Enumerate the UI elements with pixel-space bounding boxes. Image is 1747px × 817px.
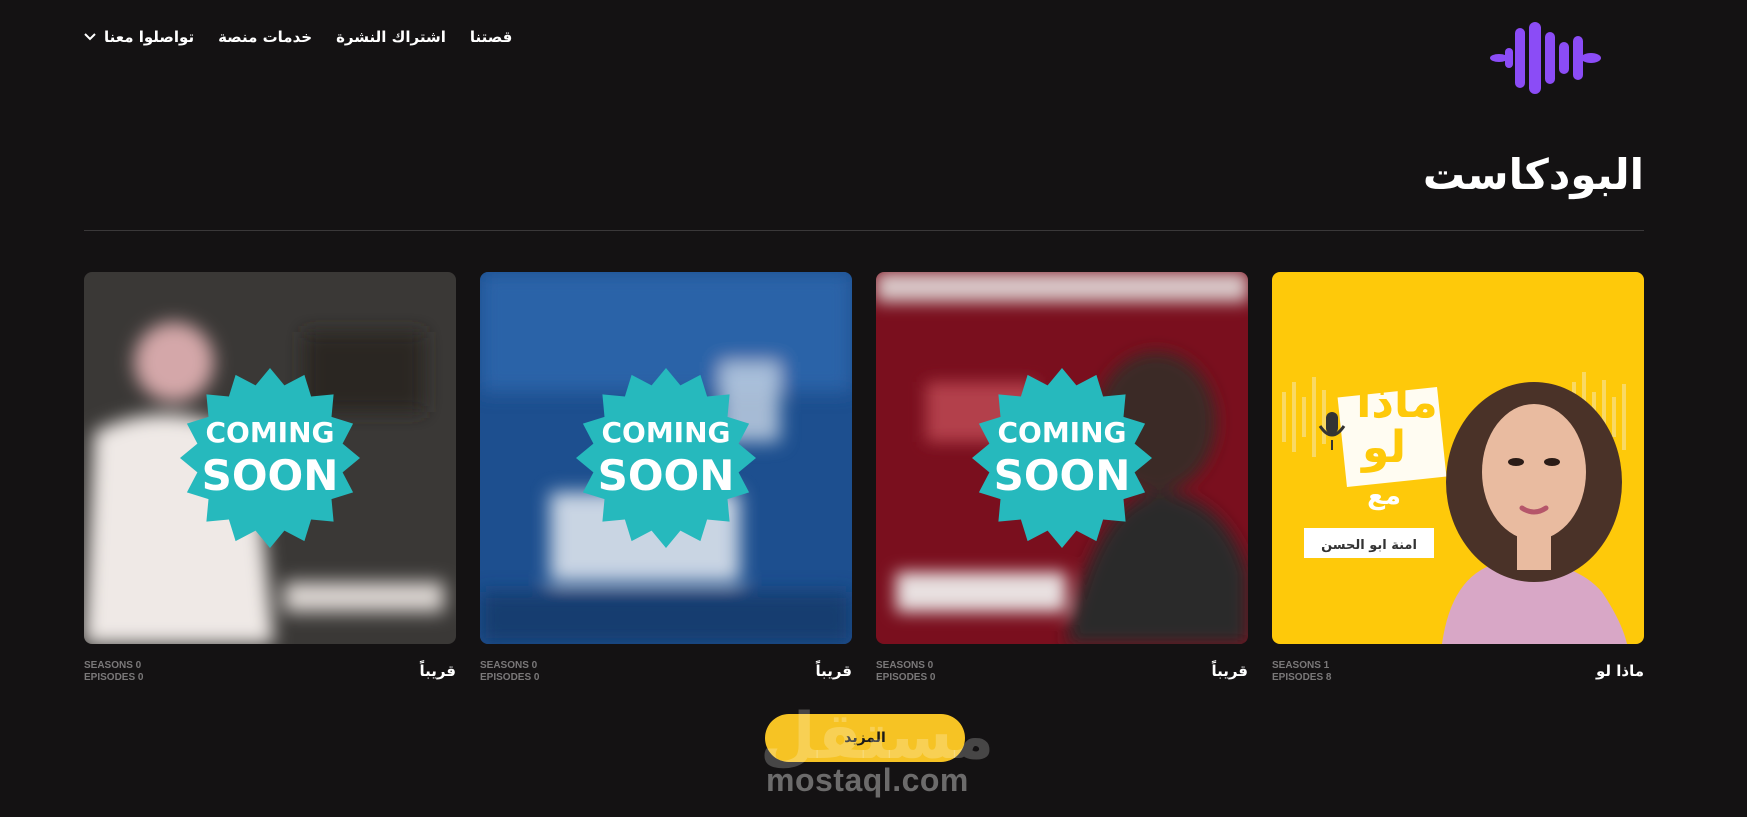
podcast-cover[interactable]: ماذا لو مع امنة ابو الحسن <box>1272 272 1644 644</box>
nav-contact-label: تواصلوا معنا <box>104 28 195 46</box>
podcast-stats: SEASONS 0 EPISODES 0 <box>480 660 539 684</box>
card-meta: ماذا لو SEASONS 1 EPISODES 8 <box>1272 660 1644 700</box>
divider <box>84 230 1644 231</box>
watermark-latin: mostaql.com <box>766 762 969 798</box>
seasons-count: SEASONS 1 <box>1272 660 1330 671</box>
nav-item-newsletter[interactable]: اشتراك النشرة <box>336 28 446 46</box>
seasons-count: SEASONS 0 <box>84 660 142 671</box>
badge-line1: COMING <box>601 416 730 449</box>
cover-title-line1: ماذا <box>1356 377 1437 428</box>
cover-host: امنة ابو الحسن <box>1321 538 1417 553</box>
podcast-stats: SEASONS 1 EPISODES 8 <box>1272 660 1331 684</box>
badge-line1: COMING <box>205 416 334 449</box>
podcast-cover[interactable]: COMING SOON <box>480 272 852 644</box>
seasons-count: SEASONS 0 <box>480 660 538 671</box>
host-portrait <box>1442 382 1627 644</box>
card-meta: قريباً SEASONS 0 EPISODES 0 <box>480 660 852 700</box>
nav-contact-dropdown[interactable]: تواصلوا معنا <box>84 28 194 46</box>
podcast-card[interactable]: COMING SOON قريباً SEASONS 0 EPISODES 0 <box>876 272 1248 700</box>
podcast-stats: SEASONS 0 EPISODES 0 <box>84 660 143 684</box>
podcast-title[interactable]: قريباً <box>815 662 852 680</box>
episodes-count: EPISODES 0 <box>876 672 936 683</box>
podcast-card[interactable]: ماذا لو مع امنة ابو الحسن ماذا لو SEASON… <box>1272 272 1644 700</box>
episodes-count: EPISODES 8 <box>1272 672 1332 683</box>
nav-item-services[interactable]: خدمات منصة <box>218 28 312 46</box>
badge-line2: SOON <box>598 451 735 500</box>
seasons-count: SEASONS 0 <box>876 660 934 671</box>
badge-line2: SOON <box>202 451 339 500</box>
podcast-title[interactable]: ماذا لو <box>1596 662 1644 680</box>
podcast-title[interactable]: قريباً <box>1211 662 1248 680</box>
podcast-cover[interactable]: COMING SOON <box>84 272 456 644</box>
brand-logo[interactable] <box>1489 22 1601 94</box>
page-title: البودكاست <box>1422 150 1644 199</box>
cover-title-line2: لو <box>1360 422 1406 473</box>
podcast-stats: SEASONS 0 EPISODES 0 <box>876 660 935 684</box>
card-meta: قريباً SEASONS 0 EPISODES 0 <box>876 660 1248 700</box>
cover-with: مع <box>1367 481 1401 511</box>
podcast-grid: ماذا لو مع امنة ابو الحسن ماذا لو SEASON… <box>84 272 1644 692</box>
card-meta: قريباً SEASONS 0 EPISODES 0 <box>84 660 456 700</box>
episodes-count: EPISODES 0 <box>84 672 144 683</box>
chevron-down-icon <box>84 33 96 41</box>
episodes-count: EPISODES 0 <box>480 672 540 683</box>
more-button[interactable]: المزيد <box>765 714 965 762</box>
badge-line2: SOON <box>994 451 1131 500</box>
main-nav: تواصلوا معنا خدمات منصة اشتراك النشرة قص… <box>84 28 512 46</box>
podcast-title[interactable]: قريباً <box>419 662 456 680</box>
nav-item-our-story[interactable]: قصتنا <box>470 28 512 46</box>
podcast-cover[interactable]: COMING SOON <box>876 272 1248 644</box>
badge-line1: COMING <box>997 416 1126 449</box>
podcast-card[interactable]: COMING SOON قريباً SEASONS 0 EPISODES 0 <box>84 272 456 700</box>
podcast-card[interactable]: COMING SOON قريباً SEASONS 0 EPISODES 0 <box>480 272 852 700</box>
